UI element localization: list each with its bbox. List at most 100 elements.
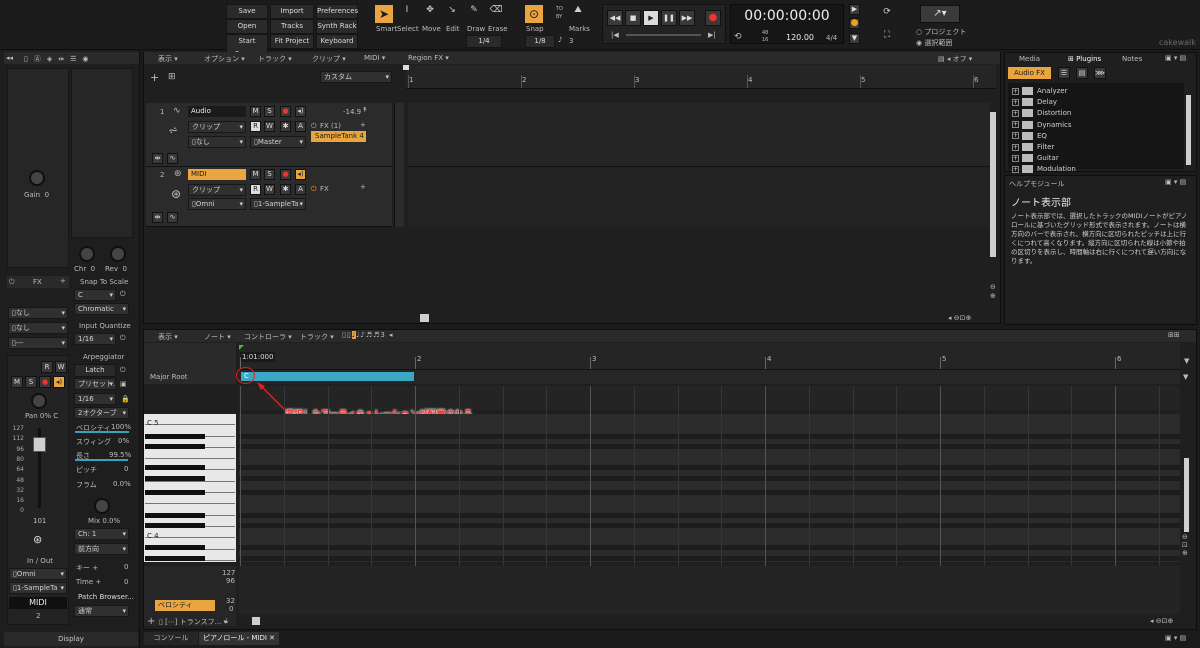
browser-list-view-icon[interactable]: ☰ [1058, 67, 1070, 79]
arp-velocity-bar[interactable] [75, 431, 129, 433]
track-1-level-arrow[interactable]: ↟ [362, 106, 368, 114]
gain-knob[interactable] [29, 170, 45, 186]
scale-root-select[interactable]: C [74, 289, 116, 301]
track-2-solo[interactable]: S [264, 169, 275, 180]
pan-knob[interactable] [31, 393, 47, 409]
mute-button[interactable]: M [11, 376, 23, 388]
track-1-output-select[interactable]: ▯Master [250, 136, 306, 148]
punch-toggle[interactable]: ▶ [849, 4, 860, 15]
key-offset-value[interactable]: 0 [124, 563, 128, 571]
io-output-select[interactable]: ▯1-SampleTa [9, 582, 67, 594]
patch-mode-select[interactable]: 通常 [74, 605, 129, 617]
import-button[interactable]: Import [270, 4, 314, 19]
track-1-read[interactable]: R [250, 121, 261, 132]
fx-add-icon[interactable]: + [60, 277, 66, 285]
track-1-edit-filter[interactable]: ⇹ [152, 153, 163, 164]
arp-save-icon[interactable]: ▣ [120, 380, 127, 388]
track-view-menu-4[interactable]: MIDI ▾ [364, 54, 385, 62]
meter-value[interactable]: 4/4 [826, 34, 837, 42]
erase-tool-icon[interactable]: ⌫ [489, 5, 503, 15]
track-2-clip-select[interactable]: クリップ [188, 184, 246, 196]
track-2-read[interactable]: R [250, 184, 261, 195]
plugin-category[interactable]: + Delay [1012, 98, 1057, 107]
output-none-select[interactable]: ▯なし [8, 322, 68, 334]
time-offset-value[interactable]: 0 [124, 578, 128, 586]
stop-button[interactable]: ■ [625, 10, 641, 26]
move-tool-icon[interactable]: ✥ [423, 5, 437, 15]
input-quantize-select[interactable]: 1/16 [74, 333, 116, 345]
arp-division-select[interactable]: 1/16 [74, 393, 116, 405]
bottom-tab-controls[interactable]: ▣ ▾ ▤ [1165, 634, 1186, 642]
preferences-button[interactable]: Preferences [316, 4, 358, 19]
time-readout[interactable]: 00:00:00:00 [735, 8, 839, 24]
track-view-menu-0[interactable]: 表示 ▾ [158, 54, 178, 64]
chorus-knob[interactable] [79, 246, 95, 262]
arp-channel-select[interactable]: Ch: 1 [74, 528, 129, 540]
track-1-echo[interactable]: ◂) [295, 106, 306, 117]
track-1-solo[interactable]: S [264, 106, 275, 117]
track-2-arm[interactable]: ● [280, 169, 291, 180]
solo-button[interactable]: S [25, 376, 37, 388]
piano-black-key[interactable] [145, 490, 205, 495]
keyboard-button[interactable]: Keyboard [316, 34, 358, 49]
open-button[interactable]: Open [226, 19, 268, 34]
plugin-category[interactable]: + Guitar [1012, 154, 1059, 163]
io-input-select[interactable]: ▯Omni [9, 568, 67, 580]
track-2-mute[interactable]: M [250, 169, 261, 180]
transform-tool[interactable]: ▯ [⋯] トランスフ... ▾ [159, 617, 227, 627]
arp-length-bar[interactable] [75, 459, 128, 461]
arp-preset-select[interactable]: プリセット... [74, 378, 116, 390]
track-2-name[interactable]: MIDI [188, 169, 246, 180]
iq-power-icon[interactable]: ⏻ [120, 334, 126, 343]
plugin-tree-scrollbar[interactable] [1186, 95, 1191, 165]
track-2-edit-filter[interactable]: ⇹ [152, 212, 163, 223]
track-1-automation[interactable]: ∿ [167, 153, 178, 164]
track-1-write[interactable]: W [264, 121, 275, 132]
track-view-hscroll[interactable] [420, 314, 429, 322]
plugin-category[interactable]: + Distortion [1012, 109, 1071, 118]
arp-power-icon[interactable]: ⏻ [120, 366, 126, 375]
track-2-automation[interactable]: ∿ [167, 212, 178, 223]
play-button[interactable]: ▶ [643, 10, 659, 26]
track-1-name[interactable]: Audio [188, 106, 246, 117]
track-view-vscroll[interactable] [990, 112, 996, 257]
arp-length-value[interactable]: 99.5% [109, 451, 131, 459]
track-2-echo[interactable]: ◂) [295, 169, 306, 180]
record-button[interactable]: ● [705, 10, 721, 26]
patch-browser-button[interactable]: Patch Browser... [78, 593, 134, 601]
display-button[interactable]: Display [4, 632, 138, 646]
fit-project-button[interactable]: Fit Project [270, 34, 314, 49]
controller-add-icon[interactable]: + [147, 616, 155, 627]
arp-swing-value[interactable]: 0% [118, 437, 129, 445]
piano-black-key[interactable] [145, 556, 205, 561]
track-2-phase[interactable]: A [295, 184, 306, 195]
rewind-button[interactable]: ◀◀ [607, 10, 623, 26]
piano-roll-menu-3[interactable]: トラック ▾ [300, 332, 334, 342]
track-1-input-select[interactable]: ▯なし [188, 136, 246, 148]
piano-black-key[interactable] [145, 444, 205, 449]
count-in-toggle[interactable]: ▼ [849, 33, 860, 44]
clip-lane-1[interactable] [408, 103, 990, 167]
arp-octave-select[interactable]: 2オクターブ [74, 407, 129, 419]
browser-tab-notes[interactable]: Notes [1122, 55, 1142, 63]
latch-button[interactable]: Latch [74, 364, 116, 377]
write-automation-button[interactable]: W [55, 361, 67, 373]
draw-resolution-select[interactable]: 1/4 [466, 35, 502, 48]
inspector-tabs-icons[interactable]: ▯Ⓐ◈⇹☰◉ [24, 54, 94, 64]
track-1-clip-select[interactable]: クリップ [188, 121, 246, 133]
piano-black-key[interactable] [145, 523, 205, 528]
note-duration-buttons[interactable]: ▯▯♩♩♪♬♬3 ◂ [342, 331, 394, 339]
piano-roll-grid-icon[interactable]: ⊞⊞ [1168, 331, 1180, 339]
piano-roll-hzoom[interactable]: ◂ ⊖⊡⊕ [1150, 617, 1173, 625]
edit-tool-icon[interactable]: ↘ [445, 5, 459, 15]
piano-roll-vzoom[interactable]: ⊖ ⊡ ⊕ [1182, 533, 1188, 557]
track-1-phase[interactable]: A [295, 121, 306, 132]
browser-tab-plugins[interactable]: ⊞ Plugins [1068, 55, 1101, 63]
track-name-box[interactable]: MIDI [9, 597, 67, 609]
track-view-off-label[interactable]: ▤ ◂ オフ ▾ [938, 54, 972, 64]
track-1-fx-power[interactable]: ⏻ [311, 122, 317, 131]
arp-pitch-value[interactable]: 0 [124, 465, 128, 473]
browser-menu-icons[interactable]: ▣ ▾ ▤ [1165, 54, 1186, 62]
synth-rack-button[interactable]: Synth Rack [316, 19, 358, 34]
fx-power-icon[interactable]: ⏻ [9, 278, 15, 287]
